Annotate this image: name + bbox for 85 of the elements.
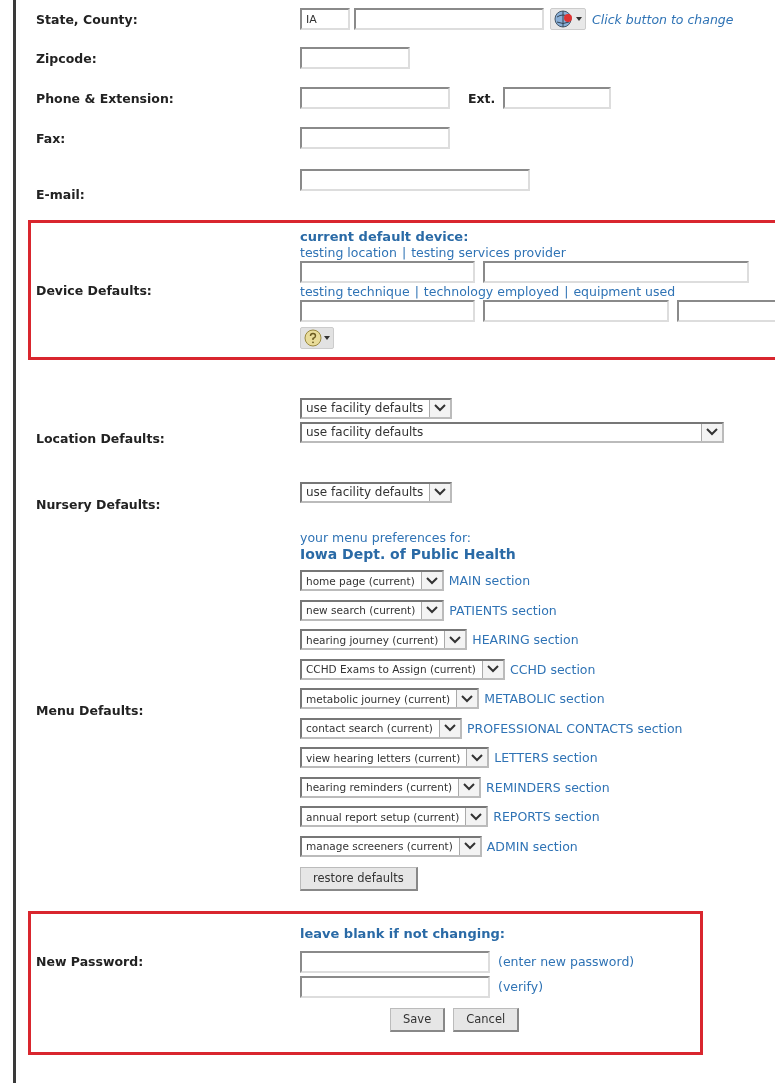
section-link[interactable]: MAIN section: [448, 573, 531, 588]
link-separator: |: [414, 284, 419, 299]
caret-icon: [324, 336, 330, 340]
chevron-down-icon: [463, 783, 476, 791]
extension-field[interactable]: [503, 87, 612, 109]
dropdown[interactable]: contact search (current): [300, 717, 462, 739]
hint-text: (verify): [498, 979, 544, 994]
dropdown[interactable]: use facility defaults: [300, 481, 453, 503]
section-link[interactable]: REPORTS section: [493, 809, 600, 824]
field-label: Phone & Extension:: [36, 90, 175, 106]
fax-field[interactable]: [300, 127, 450, 149]
globe-button[interactable]: [550, 8, 586, 30]
section-link[interactable]: LETTERS section: [494, 750, 598, 765]
email-field[interactable]: [300, 169, 530, 191]
link-separator: |: [564, 284, 569, 299]
intro-text: your menu preferences for:: [300, 530, 472, 545]
field-label: E-mail:: [36, 187, 86, 202]
organization-name: Iowa Dept. of Public Health: [300, 546, 516, 562]
restore-defaults-button[interactable]: restore defaults: [300, 866, 418, 891]
link[interactable]: technology employed: [423, 284, 560, 299]
section-heading: leave blank if not changing:: [300, 925, 505, 941]
link-separator: |: [401, 245, 407, 260]
field-label: Nursery Defaults:: [36, 497, 162, 512]
chevron-down-icon: [426, 606, 439, 614]
text-field[interactable]: [677, 300, 775, 322]
dropdown[interactable]: manage screeners (current): [300, 835, 482, 857]
dropdown[interactable]: hearing journey (current): [300, 629, 468, 650]
chevron-down-icon: [706, 428, 718, 436]
chevron-down-icon: [434, 404, 447, 412]
field-label: Zipcode:: [36, 50, 98, 66]
dropdown[interactable]: hearing reminders (current): [300, 776, 482, 798]
section-link[interactable]: PATIENTS section: [449, 602, 557, 618]
hint-text: (enter new password): [498, 954, 635, 969]
dropdown[interactable]: view hearing letters (current): [300, 747, 490, 768]
section-link[interactable]: METABOLIC section: [484, 691, 605, 706]
chevron-down-icon: [471, 753, 484, 762]
save-button[interactable]: Save: [390, 1007, 446, 1032]
dropdown[interactable]: annual report setup (current): [300, 806, 489, 827]
section-link[interactable]: HEARING section: [472, 632, 579, 647]
link[interactable]: testing location: [300, 245, 397, 260]
password-field[interactable]: [300, 975, 490, 998]
section-link[interactable]: ADMIN section: [486, 838, 578, 854]
help-icon: [304, 329, 322, 347]
zipcode-field[interactable]: [300, 47, 410, 69]
field-label: New Password:: [36, 953, 145, 969]
chevron-down-icon: [486, 665, 499, 673]
link[interactable]: testing services provider: [411, 245, 566, 260]
chevron-down-icon: [470, 812, 483, 821]
dropdown[interactable]: home page (current): [300, 570, 444, 591]
chevron-down-icon: [449, 635, 462, 644]
field-label: State, County:: [36, 11, 139, 27]
dropdown[interactable]: new search (current): [300, 599, 445, 621]
globe-icon: [554, 10, 574, 28]
help-button[interactable]: [300, 327, 334, 349]
chevron-down-icon: [463, 842, 476, 850]
dropdown[interactable]: CCHD Exams to Assign (current): [300, 658, 505, 680]
section-link[interactable]: REMINDERS section: [486, 779, 610, 795]
text-field[interactable]: [300, 300, 475, 322]
phone-field[interactable]: [300, 87, 450, 109]
text-field[interactable]: [483, 261, 749, 283]
field-label: Fax:: [36, 130, 67, 146]
link[interactable]: testing technique: [300, 284, 410, 299]
link[interactable]: equipment used: [573, 284, 676, 299]
field-label: Ext.: [468, 90, 496, 106]
section-link[interactable]: CCHD section: [509, 661, 596, 677]
dropdown[interactable]: metabolic journey (current): [300, 688, 480, 709]
dropdown[interactable]: use facility defaults: [300, 421, 724, 443]
dropdown[interactable]: use facility defaults: [300, 397, 453, 419]
chevron-down-icon: [443, 724, 456, 732]
chevron-down-icon: [425, 576, 438, 585]
text-field[interactable]: [483, 300, 669, 322]
chevron-down-icon: [461, 694, 474, 703]
caret-icon: [576, 17, 582, 21]
field-label: Menu Defaults:: [36, 702, 145, 718]
field-label: Device Defaults:: [36, 282, 153, 298]
text-field[interactable]: [300, 261, 475, 283]
section-heading: current default device:: [300, 229, 469, 244]
state-field[interactable]: IA: [300, 8, 350, 30]
chevron-down-icon: [434, 488, 447, 496]
section-link[interactable]: PROFESSIONAL CONTACTS section: [466, 720, 683, 736]
password-field[interactable]: [300, 950, 490, 973]
hint-text: Click button to change: [592, 11, 734, 27]
cancel-button[interactable]: Cancel: [453, 1007, 520, 1032]
field-label: Location Defaults:: [36, 431, 166, 448]
county-field[interactable]: [354, 8, 544, 30]
